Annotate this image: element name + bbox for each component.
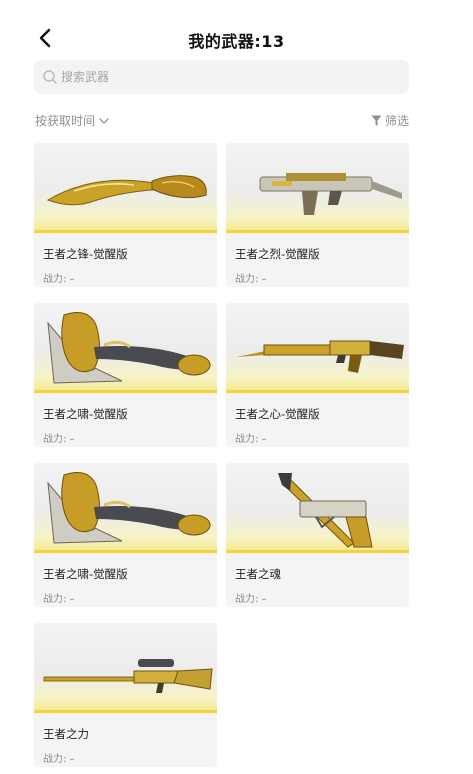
search-icon bbox=[43, 70, 57, 84]
sort-label: 按获取时间 bbox=[35, 114, 96, 128]
weapons-page: 我的武器:13 按获取时间 筛选 王者之锋-觉醒版战力: – 王者之烈-觉醒版 bbox=[0, 0, 473, 774]
weapon-image bbox=[278, 473, 373, 548]
weapon-card[interactable]: 王者之啸-觉醒版 战力: – bbox=[34, 303, 217, 447]
weapon-image-frame bbox=[34, 463, 217, 553]
filter-label: 筛选 bbox=[384, 114, 409, 128]
sort-dropdown[interactable]: 按获取时间 bbox=[35, 112, 110, 129]
filter-icon bbox=[371, 115, 382, 126]
weapon-image-frame bbox=[226, 143, 409, 233]
weapon-image bbox=[236, 340, 404, 373]
filter-button[interactable]: 筛选 bbox=[371, 112, 409, 129]
weapon-grid: 王者之锋-觉醒版 战力: – 王者之烈-觉醒版 战力: – 王者之啸-觉醒版 战力: … bbox=[34, 143, 410, 767]
weapon-power: 战力: – bbox=[43, 274, 75, 285]
weapon-image-frame bbox=[226, 303, 409, 393]
weapon-card[interactable]: 王者之啸-觉醒版 战力: – bbox=[34, 463, 217, 607]
search-input[interactable] bbox=[61, 70, 361, 84]
weapon-image bbox=[46, 175, 207, 206]
weapon-card[interactable]: 王者之力战力: – bbox=[34, 623, 217, 767]
weapon-image-frame bbox=[226, 463, 409, 553]
weapon-name: 王者之啸-觉醒版 bbox=[43, 567, 128, 581]
weapon-image bbox=[43, 659, 213, 693]
weapon-power: 战力: – bbox=[43, 754, 75, 765]
chevron-down-icon bbox=[99, 117, 109, 124]
weapon-image-frame bbox=[34, 143, 217, 233]
weapon-name: 王者之锋-觉醒版 bbox=[43, 247, 128, 261]
search-bar[interactable] bbox=[34, 60, 409, 94]
weapon-name: 王者之烈-觉醒版 bbox=[235, 247, 320, 261]
weapon-image bbox=[47, 312, 211, 384]
weapon-power: 战力: – bbox=[235, 434, 267, 445]
weapon-image-frame bbox=[34, 623, 217, 713]
weapon-card[interactable]: 王者之烈-觉醒版 战力: – bbox=[226, 143, 409, 287]
weapon-image-frame bbox=[34, 303, 217, 393]
weapon-power: 战力: – bbox=[43, 434, 75, 445]
page-title: 我的武器:13 bbox=[188, 32, 285, 51]
weapon-image bbox=[47, 472, 211, 544]
weapon-card[interactable]: 王者之魂战力: – bbox=[226, 463, 409, 607]
weapon-name: 王者之啸-觉醒版 bbox=[43, 407, 128, 421]
weapon-name: 王者之力 bbox=[43, 727, 89, 741]
weapon-card[interactable]: 王者之锋-觉醒版 战力: – bbox=[34, 143, 217, 287]
weapon-power: 战力: – bbox=[43, 594, 75, 605]
weapon-name: 王者之心-觉醒版 bbox=[235, 407, 320, 421]
weapon-power: 战力: – bbox=[235, 274, 267, 285]
weapon-power: 战力: – bbox=[235, 594, 267, 605]
weapon-image bbox=[259, 173, 402, 215]
weapon-name: 王者之魂 bbox=[235, 567, 281, 581]
weapon-card[interactable]: 王者之心-觉醒版 战力: – bbox=[226, 303, 409, 447]
